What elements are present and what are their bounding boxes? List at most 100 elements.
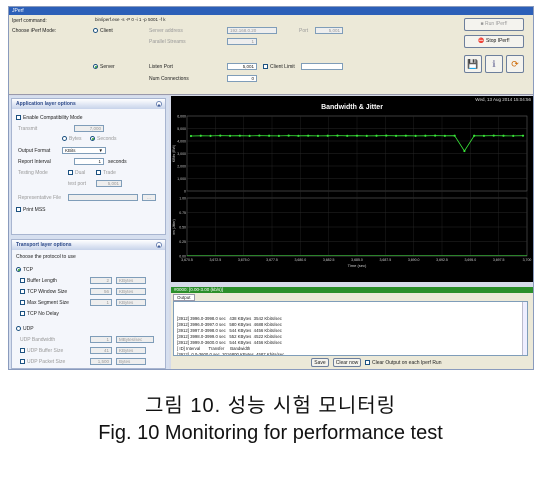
mss-label: Max Segment Size <box>27 300 69 306</box>
bw-data-point <box>365 134 368 137</box>
clear-each-checkbox[interactable]: Clear Output on each Iperf Run <box>365 360 442 366</box>
no-delay-checkbox[interactable]: TCP No Delay <box>20 311 59 317</box>
parallel-streams-input[interactable]: 1 <box>227 38 257 45</box>
clear-now-button[interactable]: Clear now <box>333 358 361 367</box>
port-input[interactable]: 5,001 <box>315 27 343 34</box>
mss-unit[interactable]: KBytes <box>116 299 146 306</box>
udp-buffer-input[interactable]: 41 <box>90 347 112 354</box>
output-header: #0000: [0.00-3.00 (kb/s)] <box>171 287 533 293</box>
chevron-down-icon: ▼ <box>98 148 103 153</box>
bytes-radio[interactable]: Bytes <box>62 136 82 142</box>
refresh-button[interactable]: ⟳ <box>506 55 524 73</box>
seconds-radio[interactable]: Seconds <box>90 136 116 142</box>
jitter-axis-label: ms (Jitter) <box>172 219 176 235</box>
bw-tick-label: 2,000 <box>177 165 186 169</box>
report-interval-input[interactable]: 1 <box>74 158 104 165</box>
collapse-icon[interactable]: ▲ <box>156 101 162 107</box>
server-radio[interactable]: Server <box>93 64 115 70</box>
udp-bandwidth-unit[interactable]: MBytes/sec <box>116 336 154 343</box>
jitter-tick-label: 1.00 <box>179 197 186 201</box>
bw-data-point <box>189 134 193 138</box>
client-label: Client <box>100 28 113 34</box>
transport-title: Transport layer options <box>16 242 72 248</box>
bw-data-point <box>316 134 320 137</box>
save-output-button[interactable]: Save <box>311 358 329 367</box>
trade-checkbox[interactable]: Trade <box>96 170 116 176</box>
bw-data-point <box>209 134 212 137</box>
bw-tick-label: 0 <box>184 190 186 194</box>
output-format-select[interactable]: KBits ▼ <box>62 147 106 154</box>
bw-data-point <box>219 134 222 137</box>
bw-data-point <box>238 134 241 137</box>
output-scrollbar[interactable] <box>522 302 527 355</box>
buffer-length-checkbox[interactable]: Buffer Length <box>20 278 57 284</box>
mss-checkbox[interactable]: Max Segment Size <box>20 300 69 306</box>
udp-packet-unit[interactable]: Bytes <box>116 358 146 365</box>
bw-tick-label: 4,000 <box>177 140 186 144</box>
udp-packet-input[interactable]: 1,500 <box>90 358 112 365</box>
udp-radio[interactable]: UDP <box>16 326 34 332</box>
udp-bandwidth-input[interactable]: 1 <box>90 336 112 343</box>
print-mss-checkbox[interactable]: Print MSS <box>16 207 46 213</box>
browse-button[interactable]: ... <box>142 194 156 201</box>
udp-packet-check-icon <box>20 359 25 365</box>
mss-input[interactable]: 1 <box>90 299 112 306</box>
num-connections-input[interactable]: 0 <box>227 75 257 82</box>
buffer-length-unit[interactable]: KBytes <box>116 277 146 284</box>
udp-packet-checkbox[interactable]: UDP Packet Size <box>20 359 65 365</box>
client-limit-checkbox[interactable]: Client Limit <box>263 64 295 70</box>
output-log[interactable]: [3912] 3996.0-3998.0 sec 438 KBytes 3542… <box>173 301 528 356</box>
app-layer-header[interactable]: Application layer options ▲ <box>12 99 165 109</box>
bw-tick-label: 1,000 <box>177 177 186 181</box>
window-size-unit[interactable]: KBytes <box>116 288 146 295</box>
x-tick-label: 3,697.5 <box>493 258 505 262</box>
udp-buffer-unit[interactable]: KBytes <box>116 347 146 354</box>
compat-check-icon <box>16 115 21 121</box>
listen-port-input[interactable]: 5,001 <box>227 63 257 70</box>
testing-mode-label: Testing Mode <box>18 170 48 176</box>
server-label: Server <box>100 64 115 70</box>
test-port-input[interactable]: 5,001 <box>96 180 122 187</box>
tab-output[interactable]: Output <box>173 294 195 301</box>
bytes-radio-icon <box>62 136 67 142</box>
udp-buffer-check-icon <box>20 348 25 354</box>
server-address-input[interactable]: 192.168.0.20 <box>227 27 277 34</box>
stop-iperf-button[interactable]: ⛔ Stop IPerf! <box>464 35 524 48</box>
bw-data-point <box>443 134 446 137</box>
rep-file-input[interactable] <box>68 194 138 201</box>
client-radio[interactable]: Client <box>93 28 113 34</box>
output-format-label: Output Format <box>18 148 51 154</box>
output-line: [3912] 0.0-3600.0 sec 2016800 KBytes 458… <box>177 352 285 356</box>
stop-label: Stop IPerf! <box>486 38 510 44</box>
output-lines: [3912] 3996.0-3998.0 sec 438 KBytes 3542… <box>177 316 524 356</box>
info-button[interactable]: ℹ <box>485 55 503 73</box>
udp-radio-icon <box>16 326 21 332</box>
stop-icon: ⛔ <box>478 38 486 44</box>
udp-buffer-checkbox[interactable]: UDP Buffer Size <box>20 348 63 354</box>
run-iperf-button[interactable]: ■ Run IPerf! <box>464 18 524 31</box>
compat-checkbox[interactable]: Enable Compatibility Mode <box>16 115 82 121</box>
transport-header[interactable]: Transport layer options ▲ <box>12 240 165 250</box>
window-size-input[interactable]: 56 <box>90 288 112 295</box>
output-panel: #0000: [0.00-3.00 (kb/s)] Output [3912] … <box>171 287 533 369</box>
bw-data-point <box>404 134 407 137</box>
bandwidth-graph: Wed, 13 Aug 2014 15:04:56 Bandwidth & Ji… <box>171 96 533 282</box>
clear-each-check-icon <box>365 360 370 366</box>
transmit-input[interactable]: 7,000 <box>74 125 104 132</box>
window-size-checkbox[interactable]: TCP Window Size <box>20 289 67 295</box>
report-interval-unit: seconds <box>108 159 127 165</box>
run-label: Run IPerf! <box>484 21 508 27</box>
client-limit-input[interactable] <box>301 63 343 70</box>
bw-data-point <box>453 134 456 137</box>
collapse-icon[interactable]: ▲ <box>156 242 162 248</box>
x-tick-label: 3,675.0 <box>238 258 250 262</box>
buffer-length-input[interactable]: 2 <box>90 277 112 284</box>
buffer-length-check-icon <box>20 278 25 284</box>
save-graph-button[interactable]: 💾 <box>464 55 482 73</box>
tcp-label: TCP <box>23 267 33 273</box>
udp-bandwidth-label: UDP Bandwidth <box>20 337 56 343</box>
tcp-radio[interactable]: TCP <box>16 267 33 273</box>
port-label: Port <box>299 28 309 34</box>
dual-checkbox[interactable]: Dual <box>68 170 85 176</box>
bw-tick-label: 3,000 <box>177 152 186 156</box>
